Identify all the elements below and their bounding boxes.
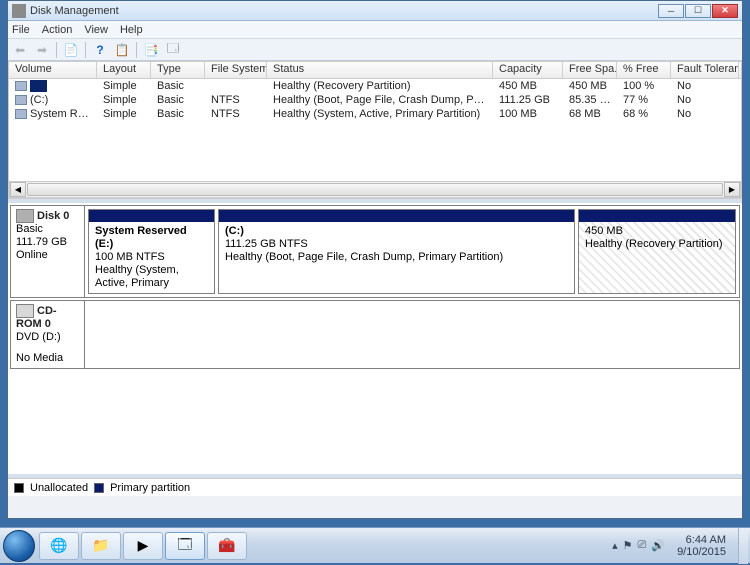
menubar: File Action View Help [8,21,742,39]
col-free[interactable]: Free Spa... [563,62,617,78]
refresh-icon[interactable]: 📋 [114,42,130,58]
volume-row[interactable]: System ReservedSimpleBasicNTFSHealthy (S… [9,107,741,121]
col-volume[interactable]: Volume [9,62,97,78]
disk-icon [16,304,34,318]
windows-orb-icon [3,530,35,562]
disk-label[interactable]: Disk 0Basic111.79 GBOnline [11,206,85,297]
titlebar[interactable]: Disk Management ─ ☐ ✕ [8,1,742,21]
scroll-thumb[interactable] [27,183,723,196]
unallocated-swatch [14,483,24,493]
help-icon[interactable]: ? [92,42,108,58]
start-button[interactable] [0,527,38,565]
taskbar[interactable]: 🌐 📁 ▶ 🗔 🧰 ▴ ⚑ ⎚ 🔊 6:44 AM 9/10/2015 [0,527,750,563]
taskbar-app-button[interactable]: 🗔 [165,532,205,560]
menu-file[interactable]: File [12,24,30,36]
legend: Unallocated Primary partition [8,478,742,496]
maximize-button[interactable]: ☐ [685,4,711,18]
drive-icon [15,81,27,91]
close-button[interactable]: ✕ [712,4,738,18]
menu-view[interactable]: View [84,24,108,36]
clock-time: 6:44 AM [677,534,726,546]
drive-icon [15,109,27,119]
partition-bar [219,210,574,222]
show-console-icon[interactable]: 📄 [63,42,79,58]
partition[interactable]: System Reserved (E:)100 MB NTFSHealthy (… [88,209,215,294]
taskbar-explorer-button[interactable]: 📁 [81,532,121,560]
clock[interactable]: 6:44 AM 9/10/2015 [671,534,732,558]
menu-help[interactable]: Help [120,24,143,36]
disk-icon [16,209,34,223]
separator [85,42,86,58]
col-layout[interactable]: Layout [97,62,151,78]
show-desktop-button[interactable] [738,528,748,564]
col-pctfree[interactable]: % Free [617,62,671,78]
disk-row[interactable]: Disk 0Basic111.79 GBOnlineSystem Reserve… [10,205,740,298]
view-icon[interactable]: 🗔 [165,42,181,58]
partition[interactable]: (C:)111.25 GB NTFSHealthy (Boot, Page Fi… [218,209,575,294]
col-filesystem[interactable]: File System [205,62,267,78]
separator [136,42,137,58]
clock-date: 9/10/2015 [677,546,726,558]
disk-graphical-view[interactable]: Disk 0Basic111.79 GBOnlineSystem Reserve… [8,203,742,474]
drive-icon [15,95,27,105]
back-icon: ⬅ [12,42,28,58]
volume-icon[interactable]: 🔊 [651,539,665,552]
partition-bar [89,210,214,222]
col-type[interactable]: Type [151,62,205,78]
flag-icon[interactable]: ⚑ [623,539,633,552]
menu-action[interactable]: Action [42,24,73,36]
forward-icon: ➡ [34,42,50,58]
volume-row[interactable]: SimpleBasicHealthy (Recovery Partition)4… [9,79,741,93]
volume-row[interactable]: (C:)SimpleBasicNTFSHealthy (Boot, Page F… [9,93,741,107]
system-tray[interactable]: ▴ ⚑ ⎚ 🔊 6:44 AM 9/10/2015 [610,528,750,564]
disk-label[interactable]: CD-ROM 0DVD (D:)No Media [11,301,85,368]
toolbar: ⬅ ➡ 📄 ? 📋 📑 🗔 [8,39,742,61]
volume-header-row[interactable]: Volume Layout Type File System Status Ca… [9,62,741,79]
chevron-up-icon[interactable]: ▴ [612,539,618,552]
taskbar-media-button[interactable]: ▶ [123,532,163,560]
scroll-left-icon[interactable]: ◀ [10,182,26,197]
legend-unallocated: Unallocated [30,482,88,494]
scroll-right-icon[interactable]: ▶ [724,182,740,197]
status-area [8,496,742,518]
partition-bar [579,210,735,222]
col-fault[interactable]: Fault Tolerance [671,62,739,78]
separator [56,42,57,58]
taskbar-app-button[interactable]: 🧰 [207,532,247,560]
settings-icon[interactable]: 📑 [143,42,159,58]
disk-management-window: Disk Management ─ ☐ ✕ File Action View H… [7,0,743,519]
disk-row[interactable]: CD-ROM 0DVD (D:)No Media [10,300,740,369]
volume-list[interactable]: Volume Layout Type File System Status Ca… [8,61,742,199]
window-title: Disk Management [30,5,119,17]
col-capacity[interactable]: Capacity [493,62,563,78]
partition[interactable]: 450 MBHealthy (Recovery Partition) [578,209,736,294]
col-status[interactable]: Status [267,62,493,78]
app-icon [12,4,26,18]
legend-primary: Primary partition [110,482,190,494]
horizontal-scrollbar[interactable]: ◀ ▶ [9,181,741,198]
network-icon[interactable]: ⎚ [638,539,647,552]
taskbar-ie-button[interactable]: 🌐 [39,532,79,560]
minimize-button[interactable]: ─ [658,4,684,18]
primary-swatch [94,483,104,493]
